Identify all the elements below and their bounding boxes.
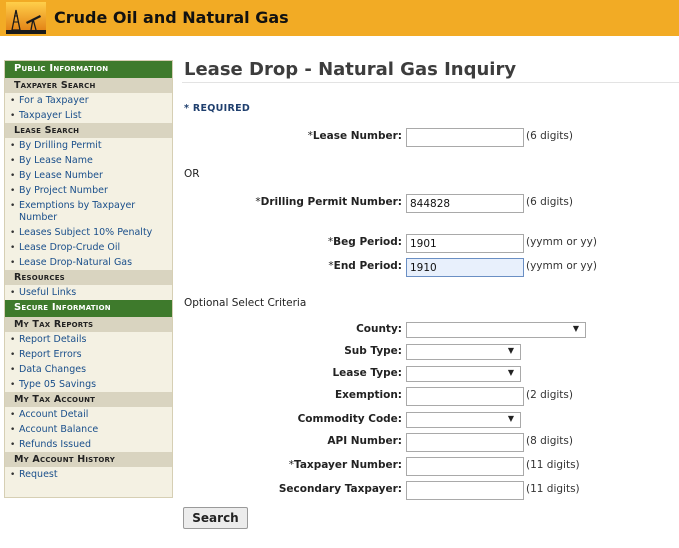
sidebar-item-account-balance[interactable]: • Account Balance <box>5 422 172 437</box>
chevron-down-icon: ▼ <box>507 368 514 377</box>
bullet-icon: • <box>10 440 16 450</box>
bullet-icon: • <box>10 425 16 435</box>
end-period-input[interactable] <box>406 258 524 277</box>
bullet-icon: • <box>10 365 16 375</box>
sidebar-item-report-details[interactable]: • Report Details <box>5 332 172 347</box>
sidebar-item-taxpayer-list[interactable]: • Taxpayer List <box>5 108 172 123</box>
sidebar-subheading-taxpayer-search: Taxpayer Search <box>5 78 172 93</box>
bullet-icon: • <box>10 288 16 298</box>
or-label: OR <box>184 168 200 180</box>
sidebar-subheading-lease-search: Lease Search <box>5 123 172 138</box>
sidebar-nav: Public Information Taxpayer Search • For … <box>4 60 173 498</box>
lease-number-input[interactable] <box>406 128 524 147</box>
site-header: Crude Oil and Natural Gas <box>0 0 679 36</box>
beg-period-hint: (yymm or yy) <box>526 236 597 248</box>
drilling-permit-input[interactable] <box>406 194 524 213</box>
bullet-icon: • <box>10 410 16 420</box>
taxpayer-number-input[interactable] <box>406 457 524 476</box>
exemption-hint: (2 digits) <box>526 389 573 401</box>
bullet-icon: • <box>10 380 16 390</box>
app-title: Crude Oil and Natural Gas <box>54 8 289 27</box>
sub-type-select[interactable]: ▼ <box>406 344 521 360</box>
sidebar-item-for-a-taxpayer[interactable]: • For a Taxpayer <box>5 93 172 108</box>
sidebar-item-request[interactable]: • Request <box>5 467 172 482</box>
bullet-icon: • <box>10 258 16 268</box>
bullet-icon: • <box>10 335 16 345</box>
secondary-taxpayer-hint: (11 digits) <box>526 483 580 495</box>
commodity-code-label: Commodity Code: <box>297 413 402 425</box>
api-number-label: API Number: <box>327 435 402 447</box>
sidebar-item-refunds-issued[interactable]: • Refunds Issued <box>5 437 172 452</box>
sidebar-subheading-my-tax-reports: My Tax Reports <box>5 317 172 332</box>
page-title: Lease Drop - Natural Gas Inquiry <box>184 59 517 80</box>
sidebar-heading-secure: Secure Information <box>5 300 172 317</box>
taxpayer-number-hint: (11 digits) <box>526 459 580 471</box>
chevron-down-icon: ▼ <box>572 324 579 333</box>
bullet-icon: • <box>10 470 16 480</box>
beg-period-label: *Beg Period: <box>327 236 402 248</box>
search-button[interactable]: Search <box>183 507 248 529</box>
sidebar-item-account-detail[interactable]: • Account Detail <box>5 407 172 422</box>
api-number-hint: (8 digits) <box>526 435 573 447</box>
exemption-label: Exemption: <box>334 389 402 401</box>
bullet-icon: • <box>10 228 16 238</box>
title-divider <box>182 82 679 83</box>
sidebar-item-type-05-savings[interactable]: • Type 05 Savings <box>5 377 172 392</box>
sidebar-heading-public: Public Information <box>5 61 172 78</box>
sidebar-subheading-my-account-history: My Account History <box>5 452 172 467</box>
bullet-icon: • <box>10 243 16 253</box>
lease-type-select[interactable]: ▼ <box>406 366 521 382</box>
sidebar-item-exemptions-by-taxpayer[interactable]: • Exemptions by Taxpayer Number <box>5 198 172 225</box>
sidebar-item-by-project-number[interactable]: • By Project Number <box>5 183 172 198</box>
exemption-input[interactable] <box>406 387 524 406</box>
secondary-taxpayer-label: Secondary Taxpayer: <box>278 483 402 495</box>
sidebar-item-leases-subject-penalty[interactable]: • Leases Subject 10% Penalty <box>5 225 172 240</box>
api-number-input[interactable] <box>406 433 524 452</box>
optional-criteria-label: Optional Select Criteria <box>184 297 307 309</box>
lease-number-label: *Lease Number: <box>307 130 402 142</box>
sidebar-item-by-lease-number[interactable]: • By Lease Number <box>5 168 172 183</box>
lease-type-label: Lease Type: <box>332 367 402 379</box>
sidebar-item-by-drilling-permit[interactable]: • By Drilling Permit <box>5 138 172 153</box>
sidebar-item-by-lease-name[interactable]: • By Lease Name <box>5 153 172 168</box>
sidebar-subheading-my-tax-account: My Tax Account <box>5 392 172 407</box>
county-select[interactable]: ▼ <box>406 322 586 338</box>
commodity-code-select[interactable]: ▼ <box>406 412 521 428</box>
bullet-icon: • <box>10 156 16 166</box>
sidebar-item-useful-links[interactable]: • Useful Links <box>5 285 172 300</box>
sidebar-item-report-errors[interactable]: • Report Errors <box>5 347 172 362</box>
required-note: * REQUIRED <box>184 103 251 114</box>
bullet-icon: • <box>10 186 16 196</box>
chevron-down-icon: ▼ <box>507 346 514 355</box>
end-period-label: *End Period: <box>328 260 402 272</box>
bullet-icon: • <box>10 201 16 211</box>
sidebar-subheading-resources: Resources <box>5 270 172 285</box>
sidebar-item-lease-drop-crude-oil[interactable]: • Lease Drop-Crude Oil <box>5 240 172 255</box>
bullet-icon: • <box>10 96 16 106</box>
bullet-icon: • <box>10 171 16 181</box>
end-period-hint: (yymm or yy) <box>526 260 597 272</box>
sidebar-item-data-changes[interactable]: • Data Changes <box>5 362 172 377</box>
bullet-icon: • <box>10 141 16 151</box>
oil-derrick-icon <box>6 2 46 34</box>
sidebar-item-lease-drop-natural-gas[interactable]: • Lease Drop-Natural Gas <box>5 255 172 270</box>
chevron-down-icon: ▼ <box>507 414 514 423</box>
bullet-icon: • <box>10 111 16 121</box>
beg-period-input[interactable] <box>406 234 524 253</box>
lease-number-hint: (6 digits) <box>526 130 573 142</box>
sub-type-label: Sub Type: <box>344 345 402 357</box>
drilling-permit-hint: (6 digits) <box>526 196 573 208</box>
taxpayer-number-label: *Taxpayer Number: <box>288 459 402 471</box>
county-label: County: <box>356 323 402 335</box>
bullet-icon: • <box>10 350 16 360</box>
secondary-taxpayer-input[interactable] <box>406 481 524 500</box>
drilling-permit-label: *Drilling Permit Number: <box>255 196 402 208</box>
